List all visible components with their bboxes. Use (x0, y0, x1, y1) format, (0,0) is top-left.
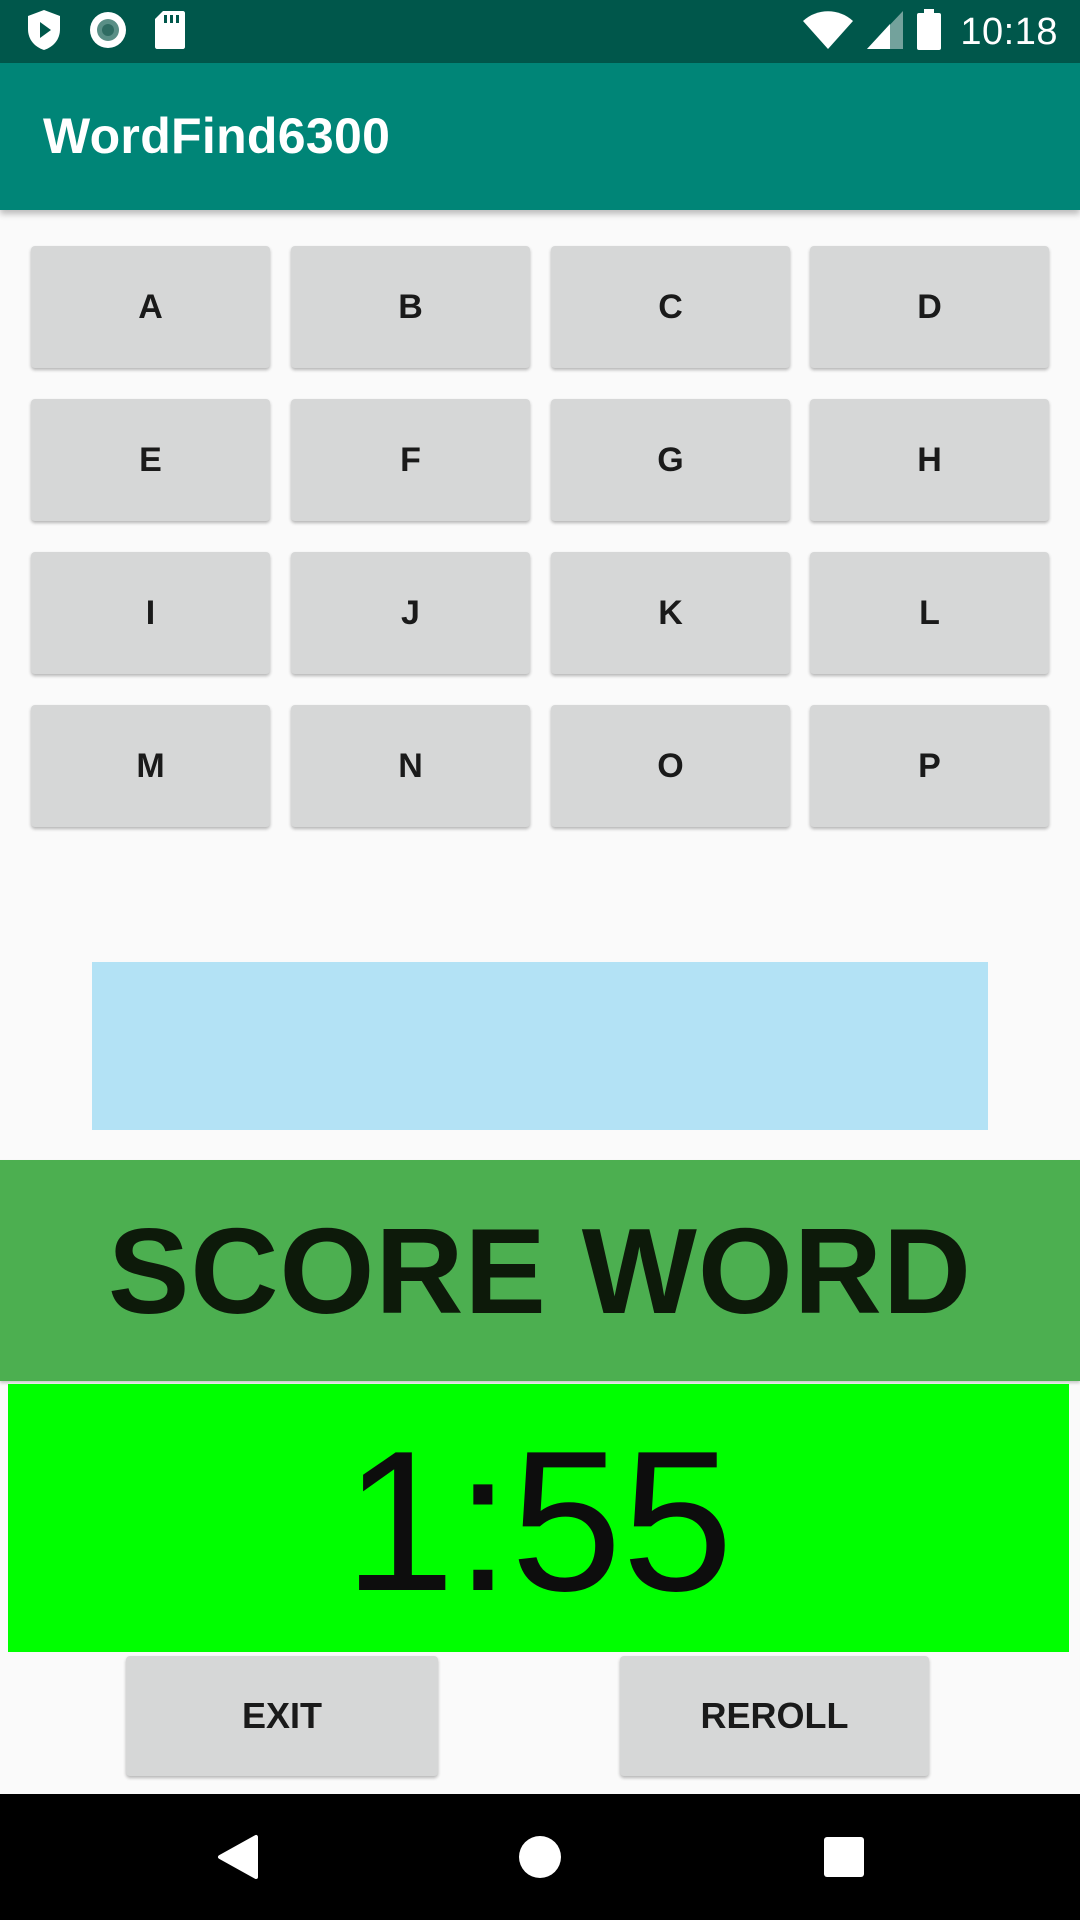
play-protect-icon (26, 9, 62, 56)
current-word-display (92, 962, 988, 1130)
letter-button-g[interactable]: G (551, 399, 790, 521)
exit-button[interactable]: EXIT (126, 1656, 438, 1776)
status-left-icons (26, 9, 186, 56)
letter-button-c[interactable]: C (551, 246, 790, 368)
letter-button-f[interactable]: F (291, 399, 530, 521)
letter-button-i[interactable]: I (31, 552, 270, 674)
letter-button-p[interactable]: P (810, 705, 1049, 827)
letter-button-b[interactable]: B (291, 246, 530, 368)
letter-button-e[interactable]: E (31, 399, 270, 521)
status-bar: 10:18 (0, 0, 1080, 63)
recents-icon[interactable] (802, 1794, 886, 1920)
wifi-icon (802, 10, 854, 55)
letter-button-a[interactable]: A (31, 246, 270, 368)
status-time: 10:18 (960, 10, 1058, 53)
app-bar: WordFind6300 (0, 63, 1080, 210)
status-right-icons: 10:18 (802, 8, 1058, 56)
app-title: WordFind6300 (43, 108, 391, 164)
navigation-bar (0, 1794, 1080, 1920)
home-icon[interactable] (498, 1794, 582, 1920)
letter-button-d[interactable]: D (810, 246, 1049, 368)
sd-card-icon (154, 10, 186, 55)
letter-button-k[interactable]: K (551, 552, 790, 674)
letter-button-o[interactable]: O (551, 705, 790, 827)
countdown-timer: 1:55 (8, 1384, 1069, 1652)
letter-button-j[interactable]: J (291, 552, 530, 674)
letter-button-m[interactable]: M (31, 705, 270, 827)
letter-button-n[interactable]: N (291, 705, 530, 827)
letter-button-h[interactable]: H (810, 399, 1049, 521)
letter-button-l[interactable]: L (810, 552, 1049, 674)
sync-icon (88, 10, 128, 55)
score-word-button[interactable]: SCORE WORD (0, 1160, 1080, 1381)
reroll-button[interactable]: REROLL (620, 1656, 929, 1776)
cell-signal-icon (866, 10, 904, 55)
back-icon[interactable] (196, 1794, 280, 1920)
battery-icon (916, 8, 942, 56)
